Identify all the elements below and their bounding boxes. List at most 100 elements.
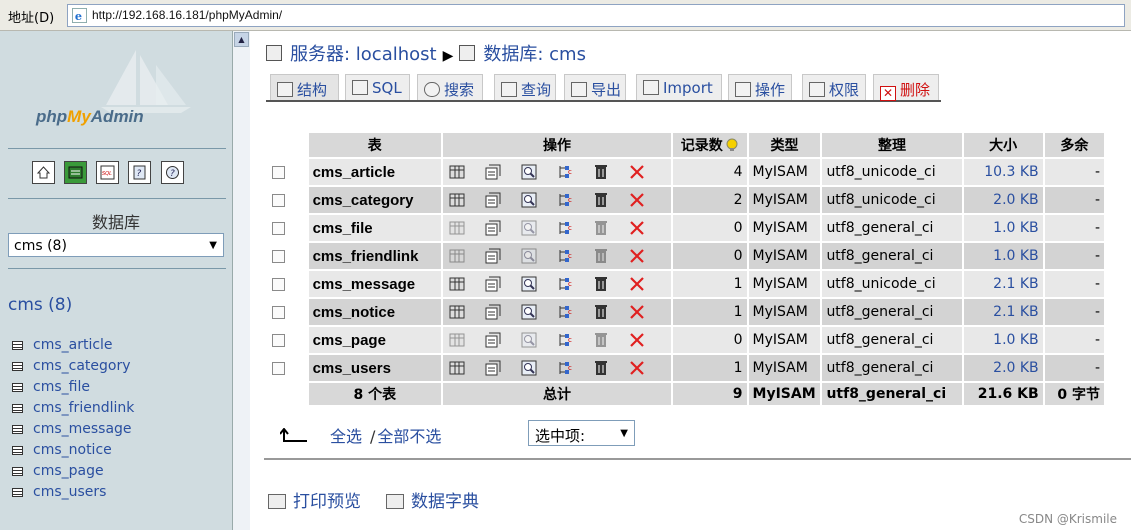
table-icon[interactable] <box>12 446 23 455</box>
table-icon[interactable] <box>12 425 23 434</box>
table-list-item[interactable]: cms_file <box>12 379 134 400</box>
table-icon[interactable] <box>12 404 23 413</box>
row-size[interactable]: 2.0 KB <box>963 187 1043 213</box>
table-link[interactable]: cms_category <box>33 358 131 374</box>
insert-icon[interactable]: c <box>557 164 573 180</box>
structure-icon[interactable] <box>485 276 501 292</box>
table-name[interactable]: cms_category <box>308 187 442 213</box>
row-checkbox[interactable] <box>272 221 285 235</box>
insert-icon[interactable]: c <box>557 332 573 348</box>
empty-icon[interactable] <box>593 192 609 208</box>
row-checkbox[interactable] <box>272 277 285 291</box>
table-list-item[interactable]: cms_page <box>12 463 134 484</box>
print-view-link[interactable]: 打印预览 <box>268 487 361 512</box>
row-size[interactable]: 2.0 KB <box>963 355 1043 381</box>
row-checkbox[interactable] <box>272 165 285 179</box>
drop-icon[interactable] <box>629 192 645 208</box>
hint-bulb-icon[interactable] <box>725 138 739 152</box>
tab-drop[interactable]: ✕ 删除 <box>873 74 939 101</box>
table-name[interactable]: cms_users <box>308 355 442 381</box>
structure-icon[interactable] <box>485 220 501 236</box>
structure-icon[interactable] <box>485 304 501 320</box>
row-checkbox[interactable] <box>272 305 285 319</box>
empty-icon[interactable] <box>593 360 609 376</box>
uncheck-all-link[interactable]: 全部不选 <box>377 427 441 446</box>
row-checkbox[interactable] <box>272 249 285 263</box>
search-icon[interactable] <box>521 164 537 180</box>
insert-icon[interactable]: c <box>557 276 573 292</box>
row-size[interactable]: 1.0 KB <box>963 327 1043 353</box>
drop-icon[interactable] <box>629 360 645 376</box>
tab-sql[interactable]: SQL <box>345 74 410 100</box>
table-link[interactable]: cms_file <box>33 379 90 395</box>
check-all-link[interactable]: 全选 <box>330 427 362 446</box>
row-size[interactable]: 1.0 KB <box>963 215 1043 241</box>
search-icon[interactable] <box>521 192 537 208</box>
table-list-item[interactable]: cms_friendlink <box>12 400 134 421</box>
database-title-link[interactable]: cms (8) <box>8 295 72 315</box>
table-link[interactable]: cms_users <box>33 484 106 500</box>
table-list-item[interactable]: cms_users <box>12 484 134 505</box>
structure-icon[interactable] <box>485 332 501 348</box>
breadcrumb-server[interactable]: 服务器: localhost <box>290 44 437 65</box>
frame-scrollbar[interactable]: ▲ <box>233 31 250 530</box>
browse-icon[interactable] <box>449 192 465 208</box>
insert-icon[interactable]: c <box>557 360 573 376</box>
home-icon[interactable] <box>32 161 55 184</box>
tab-privileges[interactable]: 权限 <box>802 74 866 100</box>
tab-export[interactable]: 导出 <box>564 74 626 100</box>
table-link[interactable]: cms_notice <box>33 442 112 458</box>
table-icon[interactable] <box>12 488 23 497</box>
empty-icon[interactable] <box>593 304 609 320</box>
drop-icon[interactable] <box>629 220 645 236</box>
tab-import[interactable]: Import <box>636 74 722 100</box>
table-list-item[interactable]: cms_message <box>12 421 134 442</box>
row-size[interactable]: 1.0 KB <box>963 243 1043 269</box>
browse-icon[interactable] <box>449 304 465 320</box>
row-size[interactable]: 2.1 KB <box>963 271 1043 297</box>
table-link[interactable]: cms_message <box>33 421 132 437</box>
browse-icon[interactable] <box>449 360 465 376</box>
drop-icon[interactable] <box>629 276 645 292</box>
empty-icon[interactable] <box>593 164 609 180</box>
breadcrumb-database[interactable]: 数据库: cms <box>483 44 586 65</box>
browse-icon[interactable] <box>449 276 465 292</box>
tab-query[interactable]: 查询 <box>494 74 556 100</box>
table-name[interactable]: cms_page <box>308 327 442 353</box>
table-link[interactable]: cms_article <box>33 337 113 353</box>
row-size[interactable]: 10.3 KB <box>963 159 1043 185</box>
table-name[interactable]: cms_notice <box>308 299 442 325</box>
structure-icon[interactable] <box>485 360 501 376</box>
row-checkbox[interactable] <box>272 193 285 207</box>
docs-icon[interactable]: ? <box>128 161 152 184</box>
structure-icon[interactable] <box>485 164 501 180</box>
phpmyadmin-logo[interactable]: phpMyAdmin <box>36 107 144 127</box>
table-icon[interactable] <box>12 362 23 371</box>
insert-icon[interactable]: c <box>557 220 573 236</box>
search-icon[interactable] <box>521 304 537 320</box>
table-icon[interactable] <box>12 383 23 392</box>
table-name[interactable]: cms_file <box>308 215 442 241</box>
drop-icon[interactable] <box>629 248 645 264</box>
table-list-item[interactable]: cms_article <box>12 337 134 358</box>
row-checkbox[interactable] <box>272 361 285 375</box>
insert-icon[interactable]: c <box>557 248 573 264</box>
table-list-item[interactable]: cms_notice <box>12 442 134 463</box>
tab-search[interactable]: 搜索 <box>417 74 483 100</box>
table-link[interactable]: cms_friendlink <box>33 400 134 416</box>
data-dictionary-link[interactable]: 数据字典 <box>386 487 479 512</box>
table-name[interactable]: cms_friendlink <box>308 243 442 269</box>
tab-structure[interactable]: 结构 <box>270 74 339 100</box>
insert-icon[interactable]: c <box>557 192 573 208</box>
drop-icon[interactable] <box>629 164 645 180</box>
table-link[interactable]: cms_page <box>33 463 104 479</box>
sql-icon[interactable]: SQL <box>96 161 120 184</box>
search-icon[interactable] <box>521 276 537 292</box>
structure-icon[interactable] <box>485 192 501 208</box>
help-icon[interactable]: ? <box>160 161 184 184</box>
with-selected-select[interactable]: 选中项: ▼ <box>528 420 635 446</box>
scroll-up-arrow-icon[interactable]: ▲ <box>234 32 249 47</box>
browse-icon[interactable] <box>449 164 465 180</box>
query-window-icon[interactable] <box>64 161 88 184</box>
insert-icon[interactable]: c <box>557 304 573 320</box>
